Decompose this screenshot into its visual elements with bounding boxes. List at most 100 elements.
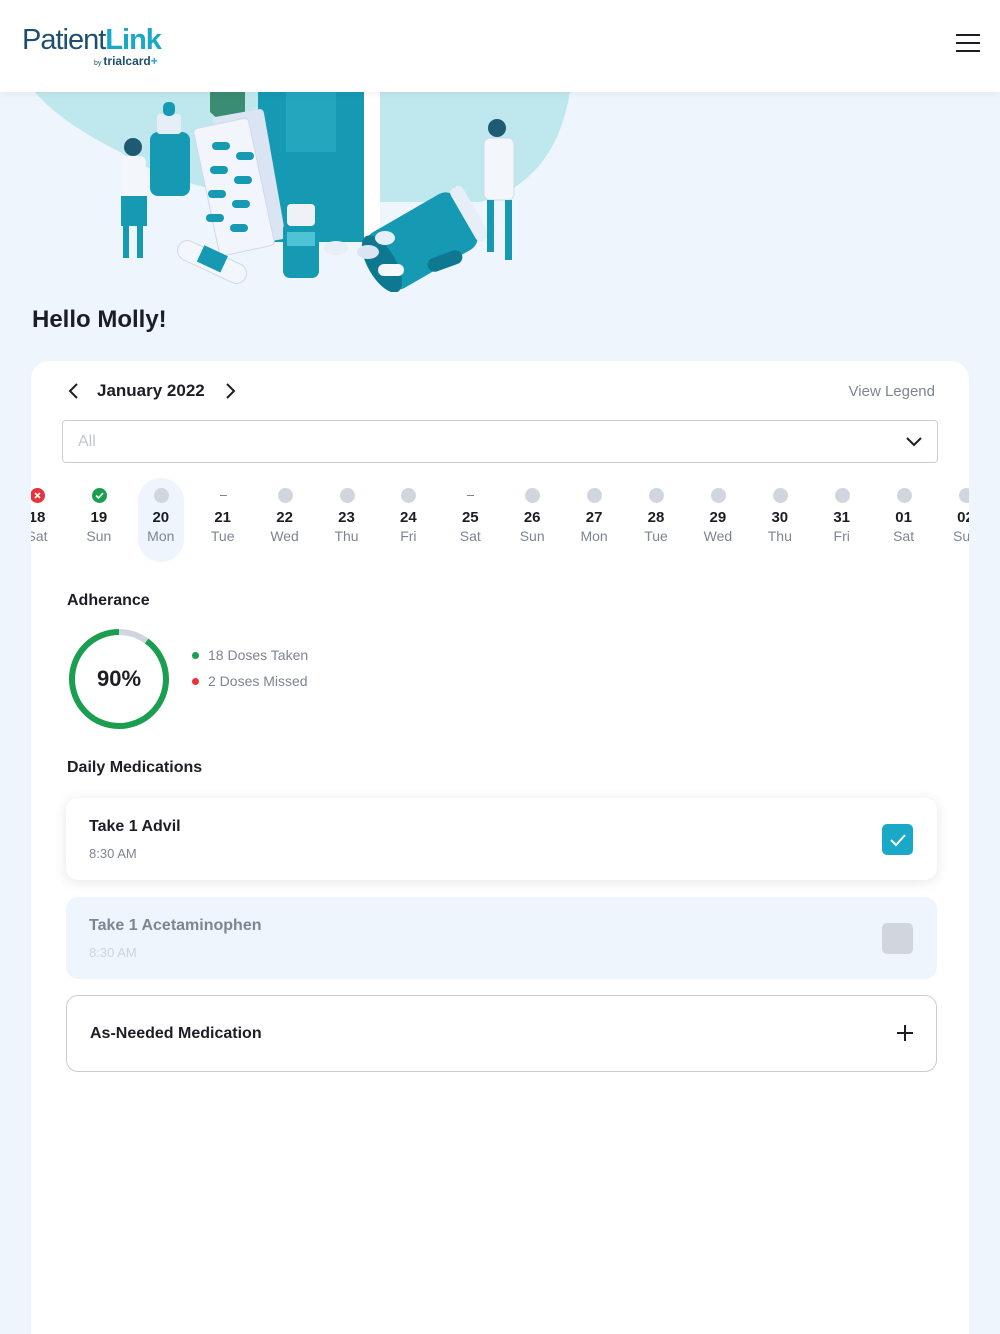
filter-selected-value: All <box>78 433 96 450</box>
day-number: 20 <box>152 509 170 526</box>
calendar-day-24[interactable]: 24 Fri <box>385 478 431 562</box>
month-navigator: January 2022 <box>61 379 243 403</box>
adherence-percent: 90% <box>96 666 142 691</box>
day-status-pending-icon <box>339 488 355 503</box>
day-of-week: Mon <box>147 528 175 544</box>
day-number: 23 <box>338 509 355 526</box>
day-status-pending-icon <box>649 488 664 503</box>
day-number: 26 <box>523 509 541 526</box>
day-status-pending-icon <box>896 488 912 503</box>
day-status-pending-icon <box>401 488 417 503</box>
doses-taken-stat: 18 Doses Taken <box>192 647 308 663</box>
day-status-none-icon <box>216 488 231 503</box>
medication-item-advil[interactable]: Take 1 Advil 8:30 AM <box>66 798 937 880</box>
day-number: 02 <box>957 509 969 526</box>
taken-checkbox[interactable] <box>882 824 913 855</box>
doses-missed-label: 2 Doses Missed <box>208 673 308 689</box>
day-of-week: Wed <box>703 528 733 544</box>
day-status-pending-icon <box>772 488 788 503</box>
calendar-day-18[interactable]: 18 Sat <box>31 478 60 562</box>
calendar-day-23[interactable]: 23 Thu <box>324 478 370 562</box>
medication-filter-dropdown[interactable]: All <box>62 420 938 463</box>
day-of-week: Tue <box>644 528 668 544</box>
calendar-day-31[interactable]: 31 Fri <box>819 478 865 562</box>
as-needed-label: As-Needed Medication <box>90 1025 262 1042</box>
calendar-day-26[interactable]: 26 Sun <box>509 478 555 562</box>
calendar-day-21[interactable]: 21 Tue <box>200 478 246 562</box>
daily-medications-title: Daily Medications <box>67 759 203 776</box>
taken-dot-icon <box>192 651 199 659</box>
day-of-week: Thu <box>767 528 792 544</box>
day-number: 31 <box>833 509 851 526</box>
day-number: 19 <box>90 509 108 526</box>
calendar-day-20[interactable]: 20 Mon <box>137 478 184 562</box>
day-status-pending-icon <box>834 488 850 503</box>
medication-name: Take 1 Acetaminophen <box>89 917 262 934</box>
day-number: 25 <box>461 509 479 526</box>
calendar-day-02[interactable]: 02 Sun <box>943 478 969 562</box>
calendar-day-27[interactable]: 27 Mon <box>571 478 617 562</box>
day-number: 01 <box>895 509 912 526</box>
day-of-week: Tue <box>210 528 235 544</box>
day-of-week: Fri <box>833 528 850 544</box>
calendar-day-19[interactable]: 19 Sun <box>76 478 122 562</box>
day-of-week: Wed <box>270 528 299 544</box>
plus-icon <box>897 1025 913 1041</box>
calendar-day-30[interactable]: 30 Thu <box>757 478 803 562</box>
month-label: January 2022 <box>97 381 205 400</box>
day-strip: 18 Sat 19 Sun 20 Mon 21 Tue 22 Wed 23 Thu 24 Fri 25 Sat… <box>31 478 969 564</box>
day-number: 28 <box>647 509 665 526</box>
day-of-week: Sun <box>519 528 545 544</box>
view-legend-link[interactable]: View Legend <box>849 383 935 400</box>
day-status-missed-icon <box>31 488 45 503</box>
day-of-week: Sat <box>31 528 48 544</box>
app-header: PatientLink by trialcard+ <box>0 0 1000 92</box>
day-status-taken-icon <box>91 488 107 503</box>
medication-time: 8:30 AM <box>89 945 137 960</box>
day-number: 22 <box>276 509 293 526</box>
day-status-pending-icon <box>710 488 726 503</box>
day-of-week: Sun <box>953 528 969 544</box>
greeting-heading: Hello Molly! <box>32 306 167 333</box>
doses-missed-stat: 2 Doses Missed <box>192 673 308 689</box>
adherence-title: Adherance <box>67 592 150 609</box>
day-number: 27 <box>585 509 603 526</box>
patientlink-logo[interactable]: PatientLink by trialcard+ <box>22 24 162 68</box>
next-month-chevron-icon[interactable] <box>219 379 243 403</box>
doses-taken-label: 18 Doses Taken <box>208 647 309 663</box>
day-status-pending-icon <box>587 488 603 503</box>
calendar-day-28[interactable]: 28 Tue <box>633 478 679 562</box>
day-of-week: Sun <box>86 528 112 544</box>
day-status-pending-icon <box>525 488 541 503</box>
missed-dot-icon <box>192 677 199 685</box>
day-status-none-icon <box>463 488 478 503</box>
as-needed-medication-button[interactable]: As-Needed Medication <box>66 995 937 1072</box>
calendar-day-01[interactable]: 01 Sat <box>881 478 927 562</box>
medication-name: Take 1 Advil <box>89 818 181 835</box>
calendar-day-29[interactable]: 29 Wed <box>695 478 741 562</box>
day-of-week: Mon <box>580 528 608 544</box>
day-number: 18 <box>31 509 46 526</box>
day-of-week: Sat <box>893 528 915 544</box>
day-of-week: Thu <box>334 528 359 544</box>
day-status-pending-icon <box>277 488 293 503</box>
day-of-week: Fri <box>400 528 417 544</box>
day-status-pending-icon <box>958 488 969 503</box>
day-number: 29 <box>709 509 727 526</box>
day-number: 21 <box>214 509 232 526</box>
hero-illustration <box>0 92 620 292</box>
day-status-pending-icon <box>153 488 169 503</box>
day-of-week: Sat <box>459 528 481 544</box>
hamburger-menu-icon[interactable] <box>956 34 980 56</box>
medication-item-acetaminophen[interactable]: Take 1 Acetaminophen 8:30 AM <box>66 897 937 979</box>
calendar-day-25[interactable]: 25 Sat <box>447 478 493 562</box>
medication-time: 8:30 AM <box>89 846 137 861</box>
checkmark-icon <box>889 833 906 846</box>
day-number: 30 <box>771 509 789 526</box>
chevron-down-icon <box>905 433 923 456</box>
calendar-day-22[interactable]: 22 Wed <box>262 478 308 562</box>
day-number: 24 <box>400 509 417 526</box>
medication-card: January 2022 View Legend All 18 Sat 19 Sun 2… <box>31 361 969 1334</box>
previous-month-chevron-icon[interactable] <box>61 379 85 403</box>
taken-checkbox[interactable] <box>882 923 913 954</box>
